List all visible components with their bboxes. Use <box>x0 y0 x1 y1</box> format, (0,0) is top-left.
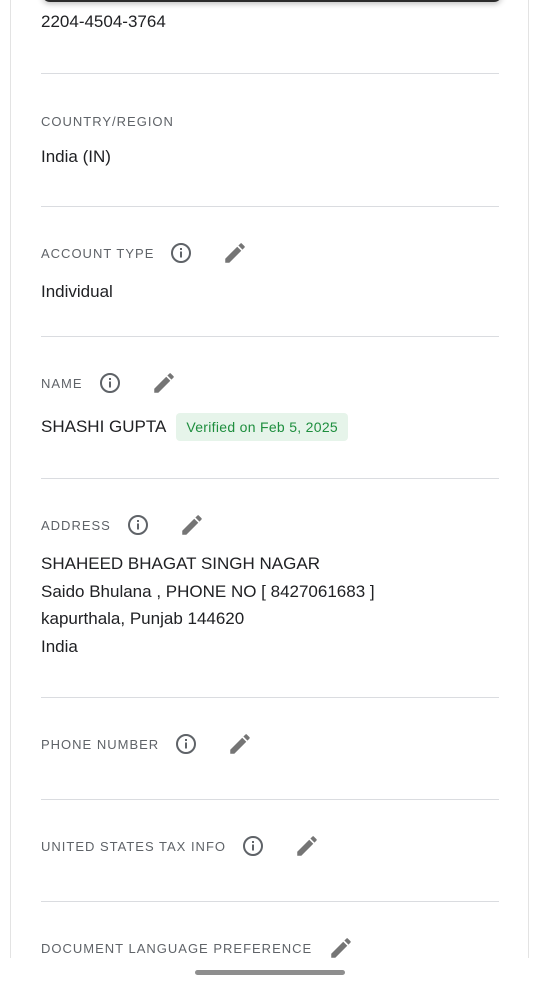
tax-label: UNITED STATES TAX INFO <box>41 838 226 854</box>
top-bar-edge <box>42 0 502 2</box>
edit-icon[interactable] <box>179 512 205 538</box>
info-icon[interactable] <box>242 835 264 857</box>
info-icon[interactable] <box>99 372 121 394</box>
phone-row: PHONE NUMBER <box>41 731 253 757</box>
verified-badge: Verified on Feb 5, 2025 <box>176 413 348 441</box>
info-icon[interactable] <box>175 733 197 755</box>
edit-icon[interactable] <box>222 240 248 266</box>
address-line: SHAHEED BHAGAT SINGH NAGAR <box>41 554 320 573</box>
account-type-value: Individual <box>41 282 113 301</box>
name-row: NAME <box>41 370 177 396</box>
info-icon[interactable] <box>127 514 149 536</box>
divider <box>41 799 499 800</box>
address-row: ADDRESS <box>41 512 205 538</box>
account-type-label: ACCOUNT TYPE <box>41 245 155 261</box>
divider <box>41 336 499 337</box>
account-type-row: ACCOUNT TYPE <box>41 240 248 266</box>
address-value: SHAHEED BHAGAT SINGH NAGAR Saido Bhulana… <box>41 550 375 660</box>
divider <box>41 206 499 207</box>
country-label: COUNTRY/REGION <box>41 114 174 129</box>
divider <box>41 478 499 479</box>
address-label: ADDRESS <box>41 517 111 533</box>
country-value: India (IN) <box>41 147 111 166</box>
address-line: kapurthala, Punjab 144620 <box>41 609 245 628</box>
name-label: NAME <box>41 375 83 391</box>
address-line: India <box>41 636 78 656</box>
divider <box>41 901 499 902</box>
account-id: 2204-4504-3764 <box>41 12 166 31</box>
edit-icon[interactable] <box>151 370 177 396</box>
edit-icon[interactable] <box>294 833 320 859</box>
name-value-row: SHASHI GUPTA Verified on Feb 5, 2025 <box>41 413 348 441</box>
address-line: Saido Bhulana , PHONE NO [ 8427061683 ] <box>41 581 375 601</box>
info-icon[interactable] <box>170 242 192 264</box>
name-value: SHASHI GUPTA <box>41 417 167 436</box>
tax-row: UNITED STATES TAX INFO <box>41 833 320 859</box>
doc-lang-label: DOCUMENT LANGUAGE PREFERENCE <box>41 940 313 956</box>
phone-label: PHONE NUMBER <box>41 736 160 752</box>
gesture-nav-handle[interactable] <box>195 970 345 975</box>
edit-icon[interactable] <box>227 731 253 757</box>
divider <box>41 73 499 74</box>
divider <box>41 697 499 698</box>
